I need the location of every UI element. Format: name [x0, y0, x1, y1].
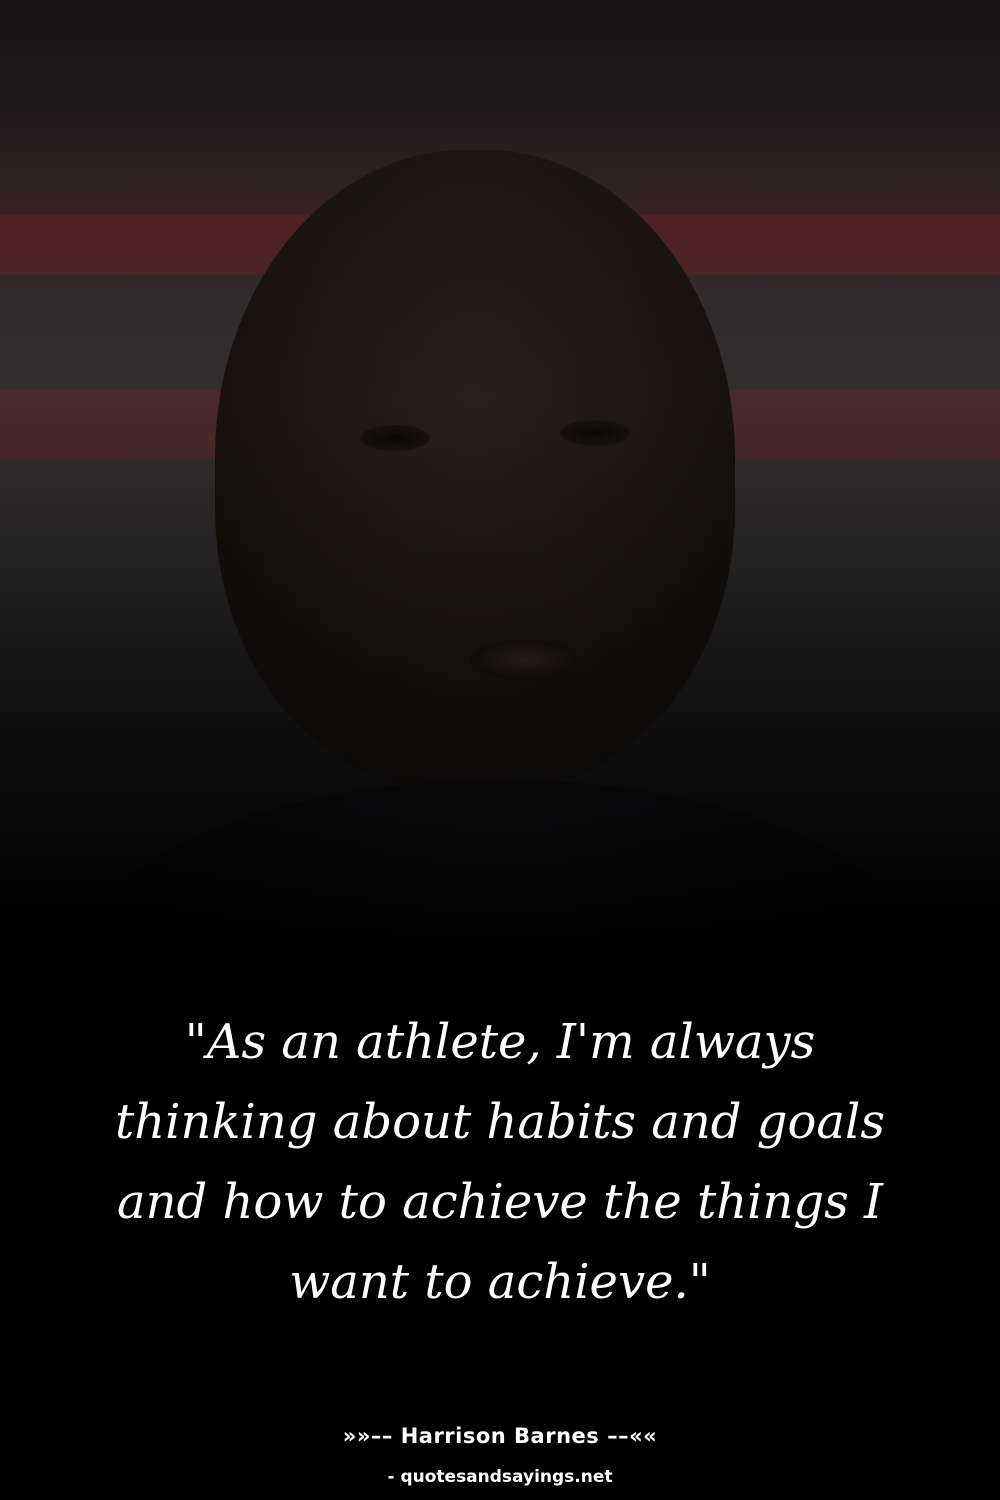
quote-text: "As an athlete, I'm always thinking abou… [114, 1014, 886, 1310]
portrait-photo [0, 0, 1000, 1000]
author-attribution: »»–– Harrison Barnes ––«« [342, 1424, 658, 1448]
source-watermark: - quotesandsayings.net [387, 1467, 613, 1487]
quote-card: "As an athlete, I'm always thinking abou… [0, 0, 1000, 1500]
dark-overlay [0, 0, 1000, 1000]
